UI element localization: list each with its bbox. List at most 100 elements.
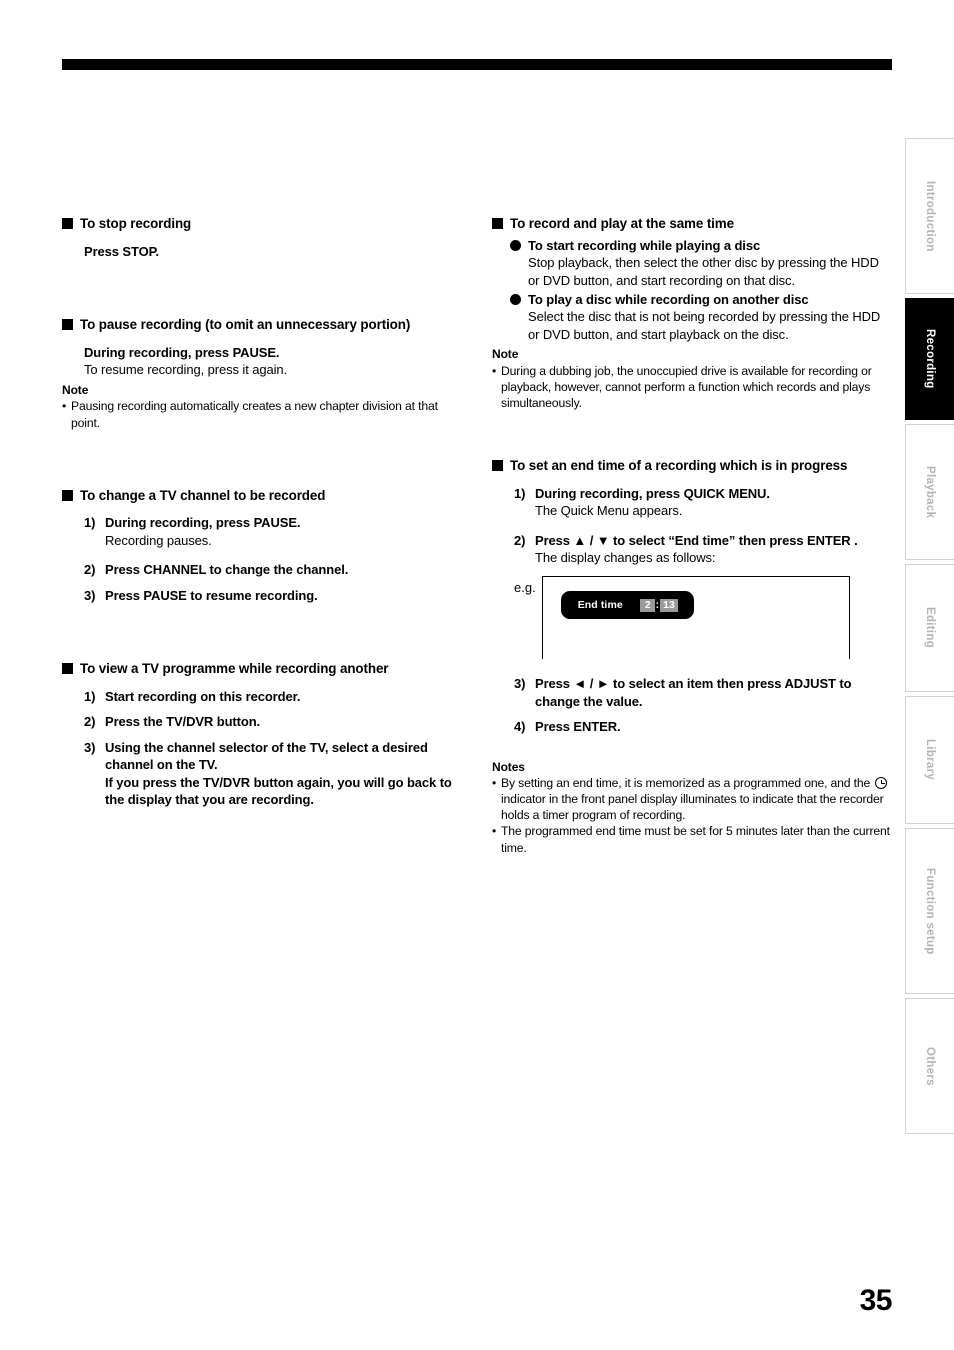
example-illustration: e.g. End time 2 : 13	[514, 576, 892, 660]
heading-text: To view a TV programme while recording a…	[80, 661, 389, 677]
note-bullet-icon: •	[492, 776, 497, 791]
note-title-pause: Note	[62, 382, 89, 397]
screen-illustration-box: End time 2 : 13	[541, 576, 850, 660]
square-bullet-icon	[492, 218, 503, 229]
tab-introduction[interactable]: Introduction	[905, 138, 954, 294]
page-content: To stop recording Press STOP. To pause r…	[0, 215, 900, 1215]
step-sub: The display changes as follows:	[535, 549, 716, 565]
square-bullet-icon	[62, 489, 73, 501]
step-text: Using the channel selector of the TV, se…	[105, 739, 462, 809]
note-text-post: indicator in the front panel display ill…	[501, 792, 884, 823]
note-text-pre: By setting an end time, it is memorized …	[501, 776, 874, 791]
step-main: During recording, press QUICK MENU.	[535, 485, 770, 501]
pause-recording-instruction: During recording, press PAUSE.	[84, 345, 280, 361]
page-number: 35	[859, 1284, 893, 1317]
step-item: 3) Press PAUSE to resume recording.	[84, 587, 462, 604]
tab-recording[interactable]: Recording	[905, 298, 954, 420]
pause-recording-detail: To resume recording, press it again.	[84, 362, 288, 378]
tab-label: Playback	[924, 465, 936, 519]
note-text: During a dubbing job, the unoccupied dri…	[501, 363, 872, 410]
header-rule	[62, 59, 892, 70]
step-number: 2)	[84, 562, 96, 578]
note-bullet-icon: •	[492, 824, 497, 839]
tab-editing[interactable]: Editing	[905, 564, 954, 692]
tab-label: Library	[924, 739, 936, 781]
example-label: e.g.	[514, 580, 536, 596]
step-number: 4)	[514, 719, 526, 735]
square-bullet-icon	[62, 218, 73, 229]
tab-label: Editing	[924, 607, 936, 649]
heading-text: To stop recording	[80, 216, 192, 231]
step-text: Press CHANNEL to change the channel.	[105, 562, 349, 578]
step-text: Press ◄ / ► to select an item then press…	[535, 676, 852, 709]
osd-label-end-time: End time	[577, 599, 623, 612]
step-text: Press ENTER.	[535, 719, 621, 735]
step-number: 1)	[514, 485, 526, 501]
section-heading-record-and-play: To record and play at the same time	[492, 215, 892, 233]
subsection-heading-start-recording: To start recording while playing a disc	[510, 237, 892, 254]
circle-bullet-icon	[510, 239, 521, 251]
note-text: Pausing recording automatically creates …	[71, 399, 438, 430]
note-text: By setting an end time, it is memorized …	[501, 775, 892, 823]
step-sub: Recording pauses.	[105, 532, 212, 548]
step-item: 2) Press the TV/DVR button.	[84, 713, 462, 730]
step-sub: The Quick Menu appears.	[535, 503, 683, 519]
square-bullet-icon	[62, 663, 73, 675]
step-number: 3)	[514, 676, 526, 692]
step-item: 1) During recording, press PAUSE. Record…	[84, 514, 462, 549]
tab-label: Introduction	[924, 180, 936, 252]
step-number: 2)	[84, 714, 96, 730]
step-main: Press ▲ / ▼ to select “End time” then pr…	[535, 532, 858, 548]
step-number: 2)	[514, 532, 526, 548]
step-item: 4) Press ENTER.	[514, 718, 892, 735]
osd-end-time-bar: End time 2 : 13	[560, 591, 694, 620]
note-item: • By setting an end time, it is memorize…	[492, 775, 892, 823]
tab-others[interactable]: Others	[905, 998, 954, 1134]
section-heading-set-end-time: To set an end time of a recording which …	[492, 457, 892, 475]
section-heading-stop-recording: To stop recording	[62, 215, 462, 233]
stop-recording-instruction: Press STOP.	[84, 243, 160, 259]
note-item: • During a dubbing job, the unoccupied d…	[492, 363, 892, 411]
step-text: Press PAUSE to resume recording.	[105, 587, 318, 603]
section-heading-change-channel: To change a TV channel to be recorded	[62, 487, 462, 505]
tab-library[interactable]: Library	[905, 696, 954, 824]
subsection-body-start-recording: Stop playback, then select the other dis…	[528, 255, 879, 288]
step-text: During recording, press QUICK MENU. The …	[535, 485, 892, 520]
heading-text: To record and play at the same time	[510, 216, 734, 231]
circle-bullet-icon	[510, 293, 521, 305]
step-text: Start recording on this recorder.	[105, 688, 301, 704]
note-title-record-play: Note	[492, 347, 519, 362]
osd-time-value: 2 : 13	[639, 598, 678, 613]
tab-function-setup[interactable]: Function setup	[905, 828, 954, 994]
tab-playback[interactable]: Playback	[905, 424, 954, 560]
note-bullet-icon: •	[62, 399, 67, 414]
step-item: 2) Press ▲ / ▼ to select “End time” then…	[514, 532, 892, 567]
step-item: 1) Start recording on this recorder.	[84, 688, 462, 705]
step-item: 3) Using the channel selector of the TV,…	[84, 739, 462, 809]
clock-icon	[875, 777, 888, 790]
osd-hours: 2	[639, 598, 655, 613]
step-number: 3)	[84, 739, 96, 755]
tab-label: Function setup	[924, 867, 936, 955]
heading-text: To set an end time of a recording which …	[510, 457, 848, 473]
subsection-heading-play-disc: To play a disc while recording on anothe…	[510, 291, 892, 308]
step-item: 2) Press CHANNEL to change the channel.	[84, 561, 462, 578]
subsection-body-play-disc: Select the disc that is not being record…	[528, 309, 881, 342]
step-main: During recording, press PAUSE.	[105, 515, 301, 531]
square-bullet-icon	[492, 459, 503, 471]
square-bullet-icon	[62, 319, 73, 331]
step-main: Using the channel selector of the TV, se…	[105, 739, 428, 773]
section-tab-rail: Introduction Recording Playback Editing …	[905, 138, 954, 1138]
step-number: 3)	[84, 587, 96, 603]
subheading-text: To start recording while playing a disc	[528, 237, 761, 253]
osd-minutes: 13	[660, 598, 678, 613]
step-number: 1)	[84, 515, 96, 531]
note-text: The programmed end time must be set for …	[501, 824, 890, 855]
heading-text: To pause recording (to omit an unnecessa…	[80, 317, 411, 333]
step-item: 3) Press ◄ / ► to select an item then pr…	[514, 675, 892, 710]
step-text: Press ▲ / ▼ to select “End time” then pr…	[535, 532, 892, 567]
heading-text: To change a TV channel to be recorded	[80, 487, 326, 503]
note-title-end-time: Notes	[492, 759, 525, 774]
note-item: • Pausing recording automatically create…	[62, 398, 462, 430]
right-column: To record and play at the same time To s…	[492, 215, 892, 856]
